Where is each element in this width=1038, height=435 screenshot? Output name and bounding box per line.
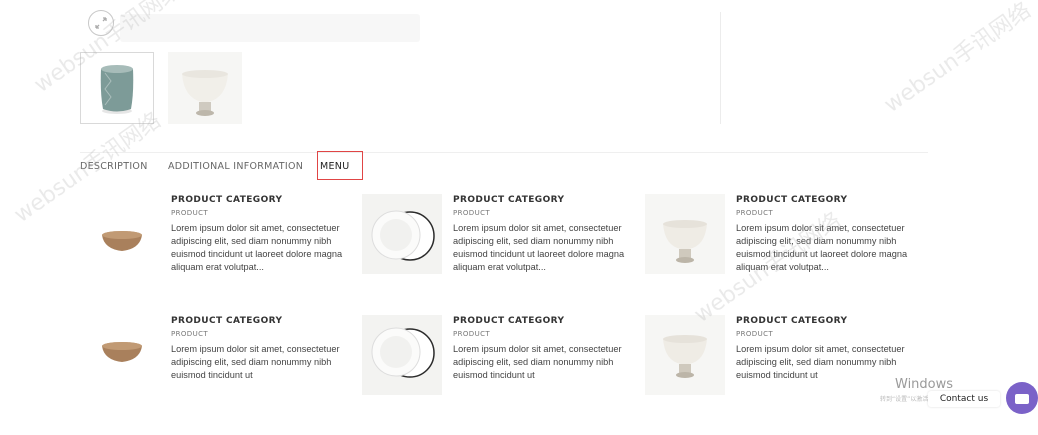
menu-item[interactable]: PRODUCT CATEGORY PRODUCT Lorem ipsum dol… — [362, 194, 642, 314]
menu-item-subtitle: PRODUCT — [171, 330, 209, 338]
menu-item-subtitle: PRODUCT — [453, 330, 491, 338]
menu-item-subtitle: PRODUCT — [171, 209, 209, 217]
expand-icon[interactable] — [88, 10, 114, 36]
menu-item[interactable]: PRODUCT CATEGORY PRODUCT Lorem ipsum dol… — [645, 194, 925, 314]
column-divider — [720, 12, 721, 124]
product-image-brown-bowl — [80, 315, 160, 395]
menu-item-subtitle: PRODUCT — [736, 330, 774, 338]
menu-item-subtitle: PRODUCT — [736, 209, 774, 217]
product-image-white-plates — [362, 194, 442, 274]
menu-item-category: PRODUCT CATEGORY — [453, 316, 565, 326]
menu-item-description: Lorem ipsum dolor sit amet, consectetuer… — [453, 223, 625, 272]
product-image-white-footed-bowl — [645, 194, 725, 274]
menu-item[interactable]: PRODUCT CATEGORY PRODUCT Lorem ipsum dol… — [362, 315, 642, 435]
menu-item[interactable]: PRODUCT CATEGORY PRODUCT Lorem ipsum dol… — [80, 194, 360, 314]
menu-item[interactable]: PRODUCT CATEGORY PRODUCT Lorem ipsum dol… — [80, 315, 360, 435]
menu-item-description: Lorem ipsum dolor sit amet, consectetuer… — [171, 344, 340, 380]
menu-item-description: Lorem ipsum dolor sit amet, consectetuer… — [453, 344, 622, 380]
tab-description[interactable]: DESCRIPTION — [80, 161, 148, 172]
product-image-white-footed-bowl — [645, 315, 725, 395]
menu-item-subtitle: PRODUCT — [453, 209, 491, 217]
menu-item-description: Lorem ipsum dolor sit amet, consectetuer… — [736, 223, 908, 272]
menu-item[interactable]: PRODUCT CATEGORY PRODUCT Lorem ipsum dol… — [645, 315, 925, 435]
tab-additional-information[interactable]: ADDITIONAL INFORMATION — [168, 161, 303, 172]
menu-item-category: PRODUCT CATEGORY — [736, 316, 848, 326]
chat-icon[interactable] — [1006, 382, 1038, 414]
menu-item-category: PRODUCT CATEGORY — [171, 195, 283, 205]
menu-item-category: PRODUCT CATEGORY — [736, 195, 848, 205]
product-image-brown-bowl — [80, 194, 160, 274]
windows-activation-text: Windows — [895, 377, 954, 392]
thumbnail-white-bowl[interactable] — [168, 52, 242, 124]
product-tabs: DESCRIPTION ADDITIONAL INFORMATION MENU — [80, 152, 928, 183]
menu-item-description: Lorem ipsum dolor sit amet, consectetuer… — [171, 223, 343, 272]
menu-item-category: PRODUCT CATEGORY — [171, 316, 283, 326]
product-image-white-plates — [362, 315, 442, 395]
tab-menu[interactable]: MENU — [320, 161, 349, 172]
watermark: websun手讯网络 — [879, 0, 1036, 118]
gallery-caption-area — [120, 14, 420, 42]
menu-item-category: PRODUCT CATEGORY — [453, 195, 565, 205]
thumbnail-green-cup[interactable] — [80, 52, 154, 124]
